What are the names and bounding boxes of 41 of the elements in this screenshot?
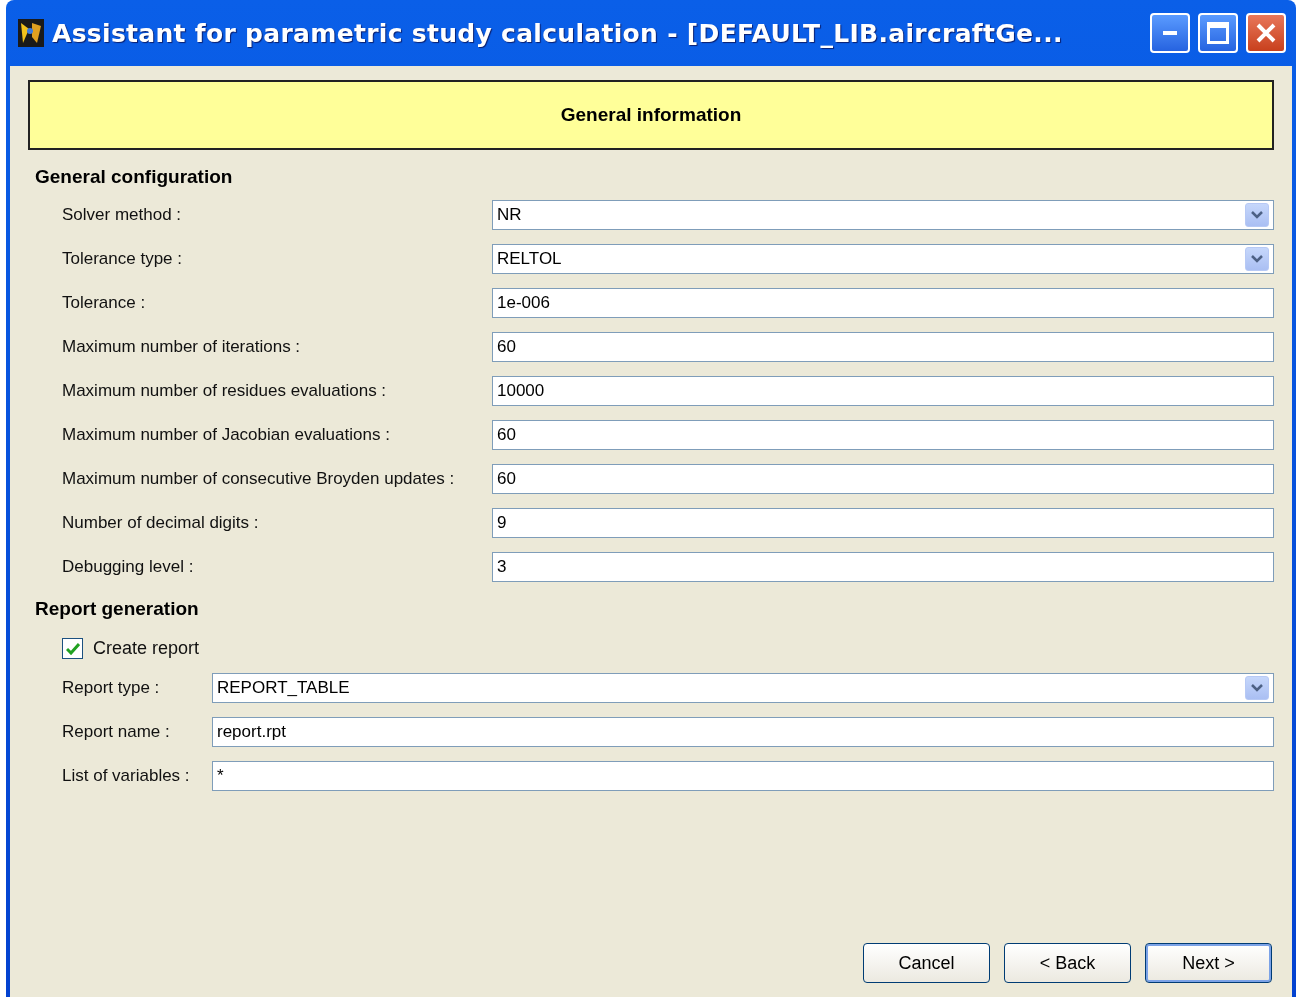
minimize-icon xyxy=(1163,31,1177,35)
window-title: Assistant for parametric study calculation - [DEFAULT_LIB.aircraftGe... xyxy=(52,18,1064,48)
input-field[interactable]: 1e-006 xyxy=(492,288,1274,318)
field-label: Maximum number of Jacobian evaluations : xyxy=(61,425,391,445)
close-button[interactable] xyxy=(1246,13,1286,53)
input-field[interactable]: 60 xyxy=(492,464,1274,494)
field-label: Maximum number of residues evaluations : xyxy=(61,381,388,401)
dropdown-field[interactable]: REPORT_TABLE xyxy=(212,673,1274,703)
checkbox[interactable] xyxy=(62,638,83,659)
dropdown-field[interactable]: RELTOL xyxy=(492,244,1274,274)
wizard-button[interactable]: Cancel xyxy=(863,943,990,983)
field-label: Maximum number of iterations : xyxy=(61,337,302,357)
wizard-button[interactable]: < Back xyxy=(1004,943,1131,983)
minimize-button[interactable] xyxy=(1150,13,1190,53)
field-label: Number of decimal digits : xyxy=(61,513,260,533)
create-report-checkbox[interactable]: Create report xyxy=(28,638,1274,659)
field-label: Report name : xyxy=(61,722,171,742)
maximize-button[interactable] xyxy=(1198,13,1238,53)
section-title: Report generation xyxy=(35,598,200,620)
field-label: Tolerance type : xyxy=(61,249,183,269)
dropdown-field[interactable]: NR xyxy=(492,200,1274,230)
wizard-button[interactable]: Next > xyxy=(1145,943,1272,983)
page-header: General information xyxy=(28,80,1274,150)
field-label: Maximum number of consecutive Broyden updates : xyxy=(61,469,456,489)
field-label: Debugging level : xyxy=(61,557,195,577)
input-field[interactable]: 3 xyxy=(492,552,1274,582)
field-label: Tolerance : xyxy=(61,293,147,313)
field-label: Report type : xyxy=(61,678,161,698)
field-label: List of variables : xyxy=(61,766,191,786)
input-field[interactable]: 60 xyxy=(492,332,1274,362)
maximize-icon xyxy=(1207,22,1229,44)
input-field[interactable]: 9 xyxy=(492,508,1274,538)
input-field[interactable]: 10000 xyxy=(492,376,1274,406)
section-title: General configuration xyxy=(35,166,234,188)
checkbox-label: Create report xyxy=(93,638,200,659)
field-label: Solver method : xyxy=(61,205,183,225)
input-field[interactable]: * xyxy=(212,761,1274,791)
input-field[interactable]: report.rpt xyxy=(212,717,1274,747)
app-icon xyxy=(18,19,44,47)
close-icon xyxy=(1255,22,1277,44)
input-field[interactable]: 60 xyxy=(492,420,1274,450)
